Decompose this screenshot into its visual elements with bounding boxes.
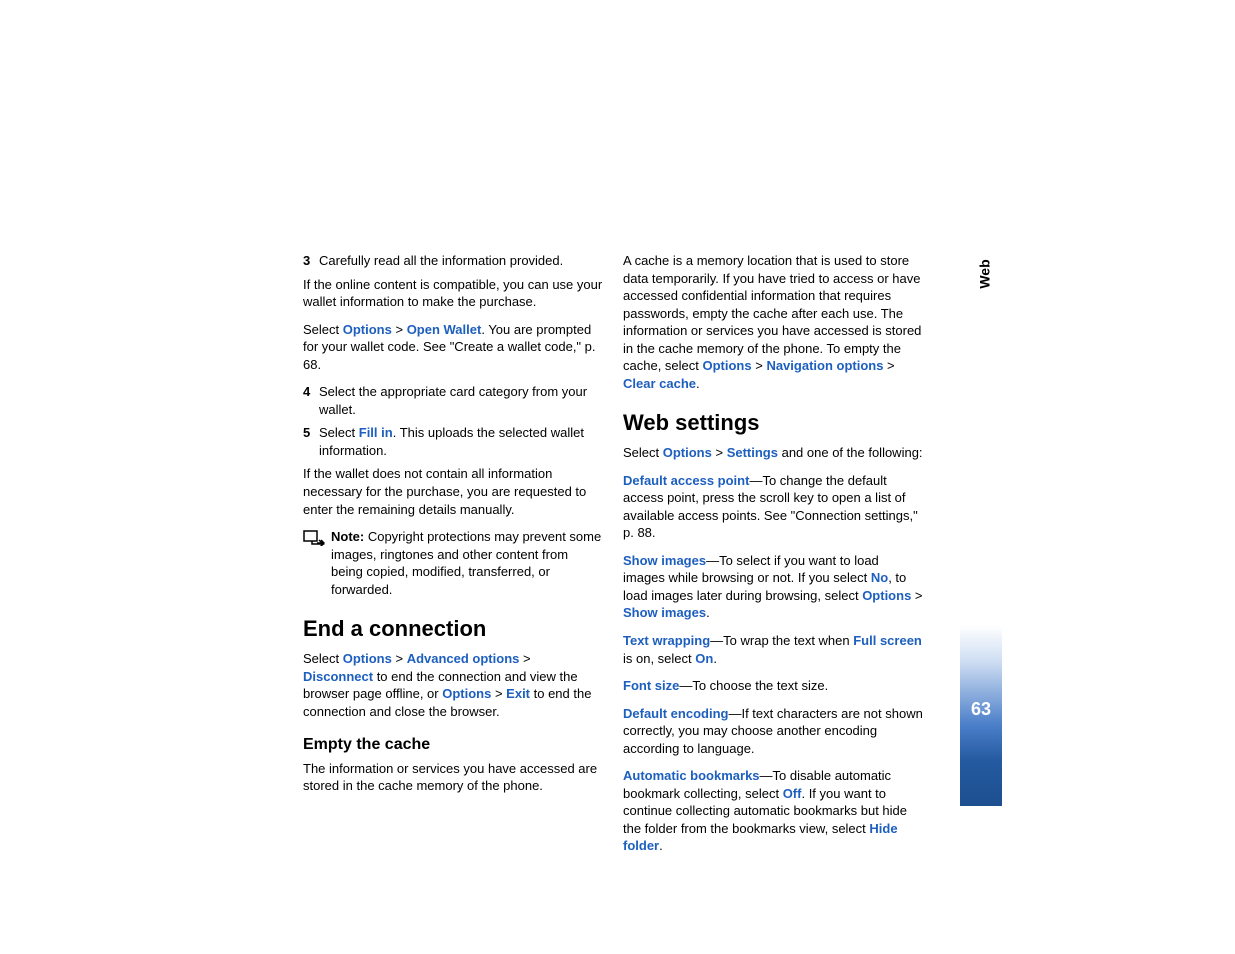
step-number: 5: [303, 424, 319, 459]
full-screen-option: Full screen: [853, 633, 922, 648]
setting-default-encoding: Default encoding—If text characters are …: [623, 705, 923, 758]
show-images-link: Show images: [623, 605, 706, 620]
off-option: Off: [783, 786, 802, 801]
note-text: Note: Copyright protections may prevent …: [331, 528, 603, 598]
setting-font-size: Font size—To choose the text size.: [623, 677, 923, 695]
disconnect-link: Disconnect: [303, 669, 373, 684]
fill-in-link: Fill in: [359, 425, 393, 440]
clear-cache-link: Clear cache: [623, 376, 696, 391]
advanced-options-link: Advanced options: [407, 651, 520, 666]
setting-default-access-point: Default access point—To change the defau…: [623, 472, 923, 542]
step-number: 4: [303, 383, 319, 418]
setting-text-wrapping: Text wrapping—To wrap the text when Full…: [623, 632, 923, 667]
options-link: Options: [663, 445, 712, 460]
page-content: 3 Carefully read all the information pro…: [303, 252, 963, 865]
on-option: On: [695, 651, 713, 666]
step-number: 3: [303, 252, 319, 270]
settings-intro: Select Options > Settings and one of the…: [623, 444, 923, 462]
right-column: A cache is a memory location that is use…: [623, 252, 923, 865]
options-link: Options: [862, 588, 911, 603]
note-block: Note: Copyright protections may prevent …: [303, 528, 603, 598]
cache-paragraph-1: The information or services you have acc…: [303, 760, 603, 795]
open-wallet-link: Open Wallet: [407, 322, 482, 337]
show-images-label: Show images: [623, 553, 706, 568]
font-size-label: Font size: [623, 678, 679, 693]
settings-link: Settings: [727, 445, 778, 460]
cache-paragraph-2: A cache is a memory location that is use…: [623, 252, 923, 392]
exit-link: Exit: [506, 686, 530, 701]
options-link: Options: [343, 322, 392, 337]
step-5-sub: If the wallet does not contain all infor…: [303, 465, 603, 518]
text-wrapping-label: Text wrapping: [623, 633, 710, 648]
step-text: Carefully read all the information provi…: [319, 252, 603, 270]
side-chapter-label: Web: [977, 259, 993, 288]
navigation-options-link: Navigation options: [766, 358, 883, 373]
options-link: Options: [442, 686, 491, 701]
step-3-sub: If the online content is compatible, you…: [303, 276, 603, 311]
step-4: 4 Select the appropriate card category f…: [303, 383, 603, 418]
setting-show-images: Show images—To select if you want to loa…: [623, 552, 923, 622]
left-column: 3 Carefully read all the information pro…: [303, 252, 603, 865]
side-tab: Web 63: [960, 166, 1002, 806]
step-3: 3 Carefully read all the information pro…: [303, 252, 603, 270]
heading-web-settings: Web settings: [623, 408, 923, 438]
automatic-bookmarks-label: Automatic bookmarks: [623, 768, 760, 783]
options-link: Options: [343, 651, 392, 666]
options-link: Options: [703, 358, 752, 373]
heading-empty-cache: Empty the cache: [303, 734, 603, 756]
setting-automatic-bookmarks: Automatic bookmarks—To disable automatic…: [623, 767, 923, 855]
no-option: No: [871, 570, 888, 585]
page-number: 63: [960, 699, 1002, 720]
note-icon: [303, 530, 331, 551]
heading-end-connection: End a connection: [303, 614, 603, 644]
end-connection-paragraph: Select Options > Advanced options > Disc…: [303, 650, 603, 720]
step-text: Select the appropriate card category fro…: [319, 383, 603, 418]
step-text: Select Fill in. This uploads the selecte…: [319, 424, 603, 459]
step-5: 5 Select Fill in. This uploads the selec…: [303, 424, 603, 459]
open-wallet-paragraph: Select Options > Open Wallet. You are pr…: [303, 321, 603, 374]
default-access-point-label: Default access point: [623, 473, 749, 488]
default-encoding-label: Default encoding: [623, 706, 728, 721]
